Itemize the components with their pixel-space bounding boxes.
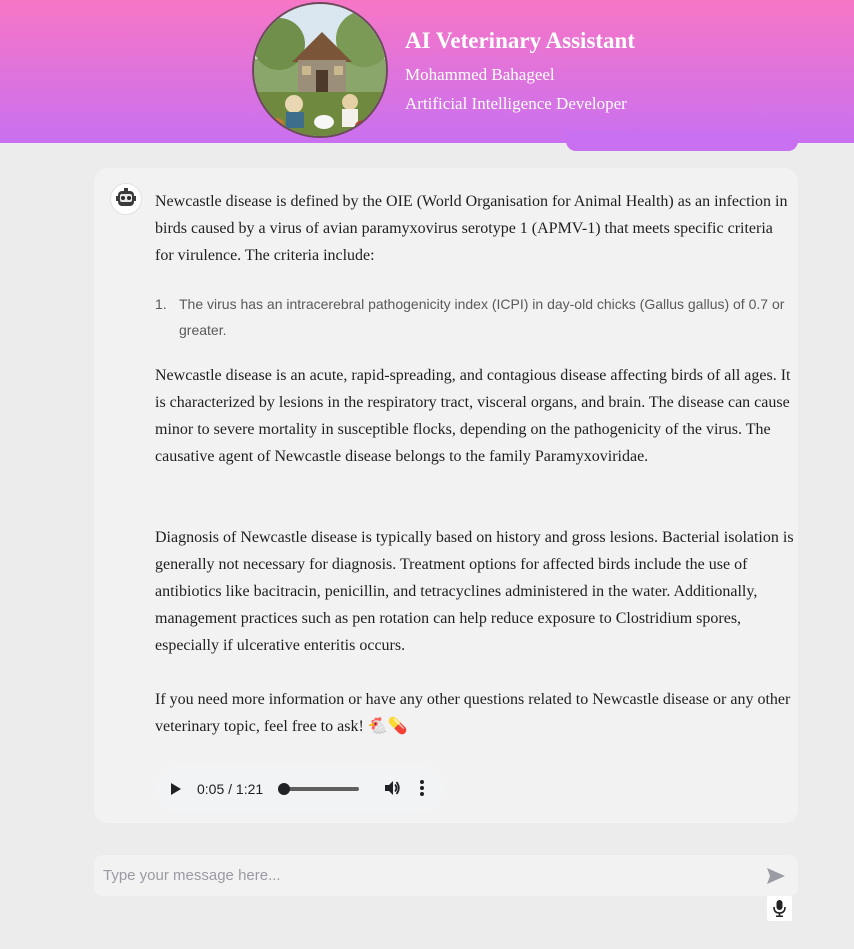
app-header: AI Veterinary Assistant Mohammed Bahagee…	[0, 0, 854, 143]
audio-player: 0:05 / 1:21	[155, 765, 445, 813]
list-item-text: The virus has an intracerebral pathogeni…	[179, 296, 785, 338]
message-paragraph: Diagnosis of Newcastle disease is typica…	[155, 529, 794, 654]
audio-progress-thumb[interactable]	[277, 783, 290, 795]
chat-input-container	[94, 855, 798, 896]
more-vertical-icon[interactable]	[417, 779, 427, 800]
message-paragraph: Newcastle disease is defined by the OIE …	[155, 193, 788, 264]
robot-face-icon	[110, 183, 142, 215]
app-title: AI Veterinary Assistant	[405, 28, 636, 53]
volume-icon[interactable]	[383, 779, 401, 800]
audio-progress-slider[interactable]	[277, 783, 359, 795]
author-name: Mohammed Bahageel	[405, 65, 555, 84]
author-role: Artificial Intelligence Developer	[405, 94, 627, 113]
message-paragraph: If you need more information or have any…	[155, 691, 791, 735]
send-icon[interactable]	[766, 867, 786, 890]
play-icon[interactable]	[169, 782, 183, 799]
audio-time: 0:05 / 1:21	[197, 781, 264, 797]
message-paragraph: Newcastle disease is an acute, rapid-spr…	[155, 367, 791, 465]
microphone-icon[interactable]	[767, 896, 792, 921]
list-item-number: 1.	[155, 296, 167, 312]
chat-message-input[interactable]	[94, 855, 754, 896]
previous-user-message	[566, 130, 798, 151]
farm-scene-image	[252, 2, 388, 138]
